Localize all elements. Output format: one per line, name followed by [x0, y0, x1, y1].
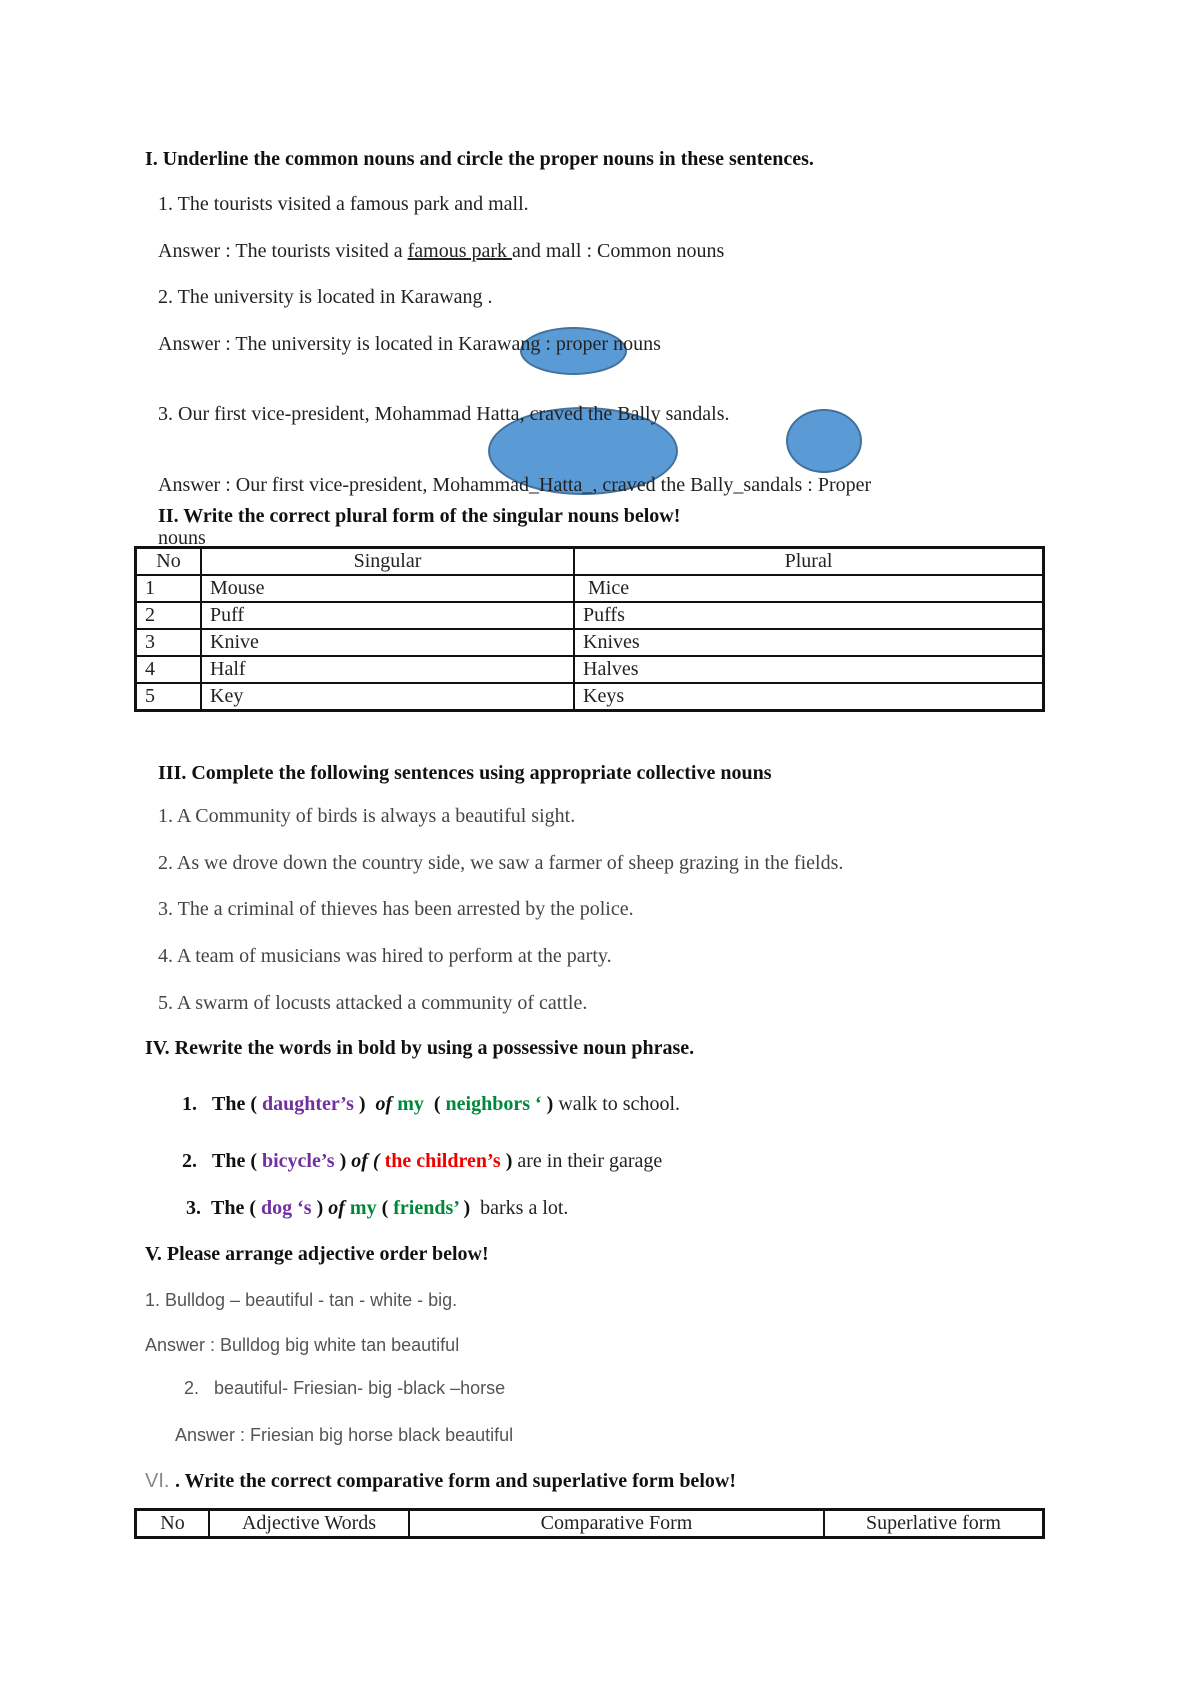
cell-no: 2 [134, 601, 202, 630]
paren: ( [423, 1093, 441, 1115]
section-3-item: 2. As we drove down the country side, we… [158, 852, 844, 874]
possessive-word: neighbors ‘ [440, 1093, 542, 1115]
cell-singular: Key [200, 682, 575, 712]
section-2-heading: II. Write the correct plural form of the… [158, 505, 681, 527]
header-singular: Singular [200, 546, 575, 576]
item-number: 1. [182, 1093, 197, 1115]
section-5-question-2: 2. beautiful- Friesian- big -black –hors… [184, 1378, 506, 1398]
section-5-heading: V. Please arrange adjective order below! [145, 1243, 489, 1265]
section-1-question-2: 2. The university is located in Karawang… [158, 286, 493, 308]
table-row: 2 Puff Puffs [134, 601, 1045, 630]
paren: ( [376, 1197, 389, 1219]
header-superlative-form: Superlative form [823, 1508, 1045, 1539]
item-the: The ( [212, 1150, 257, 1172]
section-6-heading: VI. . Write the correct comparative form… [145, 1470, 736, 1493]
section-6-title: . Write the correct comparative form and… [175, 1470, 736, 1492]
of-word: of [375, 1093, 393, 1115]
section-3-item: 1. A Community of birds is always a beau… [158, 805, 576, 827]
section-1-answer-2: Answer : The university is located in Ka… [158, 333, 1200, 356]
paren: ) [500, 1150, 513, 1172]
my-word: my [392, 1093, 424, 1115]
answer-3-circled-1: Mohammad_Hatta_ [432, 474, 593, 496]
section-3-heading: III. Complete the following sentences us… [158, 762, 772, 784]
header-adjective-words: Adjective Words [208, 1508, 410, 1539]
rest: barks a lot. [470, 1197, 569, 1219]
cell-singular: Half [200, 655, 575, 684]
possessive-word: the children’s [379, 1150, 501, 1172]
answer-2-suffix: : proper nouns [540, 333, 661, 355]
paren: ) [334, 1150, 347, 1172]
paren: ) [311, 1197, 324, 1219]
answer-3-circled-2: Bally_ [690, 474, 744, 496]
cell-singular: Puff [200, 601, 575, 630]
paren: ) [353, 1093, 366, 1115]
cell-no: 3 [134, 628, 202, 657]
answer-3-mid: , craved the [592, 474, 691, 496]
rest: walk to school. [553, 1093, 680, 1115]
table-row: 5 Key Keys [134, 682, 1045, 712]
section-6-prefix: VI. [145, 1470, 176, 1492]
header-comparative-form: Comparative Form [408, 1508, 825, 1539]
answer-3-prefix: Answer : Our first vice-president, [158, 474, 433, 496]
comparative-table: No Adjective Words Comparative Form Supe… [134, 1508, 1045, 1539]
answer-1-prefix: Answer : The tourists visited a [158, 240, 408, 262]
cell-plural: Keys [573, 682, 1045, 712]
section-4-item-1: 1. The ( daughter’s ) of my ( neighbors … [182, 1093, 680, 1116]
cell-no: 1 [134, 574, 202, 603]
possessive-word: bicycle’s [257, 1150, 335, 1172]
section-1-question-3: 3. Our first vice-president, Mohammad Ha… [158, 403, 730, 425]
item-number: 2. [182, 1150, 197, 1172]
section-4-heading: IV. Rewrite the words in bold by using a… [145, 1037, 695, 1059]
section-1-answer-3: Answer : Our first vice-president, Moham… [158, 474, 1200, 497]
paren: ) [541, 1093, 554, 1115]
section-1-answer-3-wrap: nouns [158, 527, 206, 549]
section-3-item: 5. A swarm of locusts attacked a communi… [158, 992, 588, 1014]
my-word: my [344, 1197, 377, 1219]
of-word: of [328, 1197, 345, 1219]
possessive-word: daughter’s [257, 1093, 354, 1115]
table-row: 1 Mouse Mice [134, 574, 1045, 603]
answer-3-suffix: sandals : Proper [743, 474, 872, 496]
plural-table: No Singular Plural 1 Mouse Mice 2 Puff P… [134, 546, 1045, 712]
cell-no: 4 [134, 655, 202, 684]
section-3-item: 4. A team of musicians was hired to perf… [158, 945, 612, 967]
possessive-word: dog ‘s [256, 1197, 312, 1219]
of-word: of ( [351, 1150, 380, 1172]
header-no: No [134, 546, 202, 576]
cell-plural: Mice [573, 574, 1045, 603]
possessive-word: friends’ [388, 1197, 459, 1219]
item-the: The ( [212, 1093, 257, 1115]
section-5-question-1: 1. Bulldog – beautiful - tan - white - b… [145, 1290, 458, 1310]
answer-2-prefix: Answer : The university is located in [158, 333, 459, 355]
section-4-item-3: 3. The ( dog ‘s ) of my ( friends’ ) bar… [186, 1197, 568, 1220]
rest: are in their garage [512, 1150, 663, 1172]
header-no: No [134, 1508, 210, 1539]
cell-plural: Puffs [573, 601, 1045, 630]
cell-plural: Knives [573, 628, 1045, 657]
item-number: 3. [186, 1197, 201, 1219]
answer-1-underlined-nouns: famous park [407, 240, 513, 262]
cell-singular: Mouse [200, 574, 575, 603]
table-header-row: No Singular Plural [134, 546, 1045, 576]
section-5-answer-2: Answer : Friesian big horse black beauti… [175, 1425, 514, 1445]
section-1-question-1: 1. The tourists visited a famous park an… [158, 193, 529, 215]
table-row: 3 Knive Knives [134, 628, 1045, 657]
cell-no: 5 [134, 682, 202, 712]
section-1-answer-1: Answer : The tourists visited a famous p… [158, 240, 724, 263]
item-the: The ( [211, 1197, 256, 1219]
cell-plural: Halves [573, 655, 1045, 684]
table-row: 4 Half Halves [134, 655, 1045, 684]
table-header-row: No Adjective Words Comparative Form Supe… [134, 1508, 1045, 1539]
section-1-heading: I. Underline the common nouns and circle… [145, 148, 814, 170]
answer-1-suffix: and mall : Common nouns [512, 240, 725, 262]
cell-singular: Knive [200, 628, 575, 657]
section-4-item-2: 2. The ( bicycle’s ) of ( the children’s… [182, 1150, 662, 1173]
paren: ) [458, 1197, 471, 1219]
section-5-answer-1: Answer : Bulldog big white tan beautiful [145, 1335, 460, 1355]
header-plural: Plural [573, 546, 1045, 576]
section-3-item: 3. The a criminal of thieves has been ar… [158, 898, 634, 920]
answer-2-circled: Karawang [458, 333, 541, 355]
